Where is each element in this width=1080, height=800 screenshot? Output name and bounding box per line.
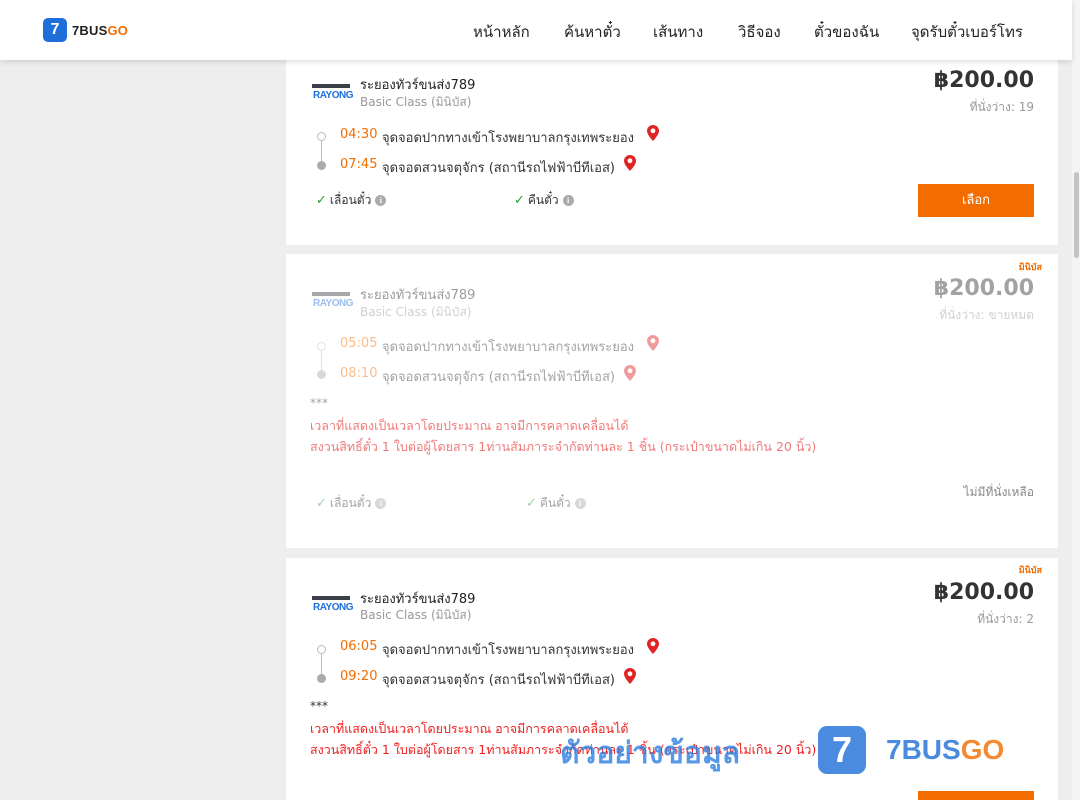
map-pin-icon[interactable] [624,668,636,684]
trip-card: มินิบัส RAYONG ระยองทัวร์ขนส่ง789 Basic … [286,254,1058,548]
notice-stars: *** [310,699,328,713]
refund-feature: ✓ คืนตั๋ว i [526,494,586,513]
departure-time: 06:05 [340,639,378,654]
bus-class: Basic Class (มินิบัส) [360,608,472,622]
page-scrollbar[interactable] [1072,0,1080,800]
bus-class: Basic Class (มินิบัส) [360,95,472,109]
notice-stars: *** [310,396,328,410]
seats-available: ที่นั่งว่าง: 2 [977,612,1034,626]
luggage-notice: สงวนสิทธิ์ตั๋ว 1 ใบต่อผู้โดยสาร 1ท่านสัม… [310,439,817,454]
trip-price: ฿200.00 [933,276,1034,301]
departure-time: 05:05 [340,336,378,351]
check-icon: ✓ [514,193,525,208]
arrival-time: 08:10 [340,366,378,381]
origin-dot-icon [317,132,326,141]
brand-badge-icon: 7 [818,726,866,774]
departure-time: 04:30 [340,127,378,142]
operator-name: ระยองทัวร์ขนส่ง789 [360,78,476,93]
operator-logo: RAYONG [312,84,353,106]
nav-pickup-points[interactable]: จุดรับตั๋วเบอร์โทร [911,20,1023,44]
check-icon: ✓ [526,496,537,511]
trip-price: ฿200.00 [933,68,1034,93]
destination-dot-icon [317,370,326,379]
map-pin-icon[interactable] [647,638,659,654]
sample-watermark: ตัวอย่างข้อมูล 7 7BUSGO [560,722,1020,778]
bus-type-tag: มินิบัส [1018,263,1042,273]
reschedule-feature: ✓ เลื่อนตั๋ว i [316,191,387,210]
watermark-brand: 7BUSGO [886,734,1005,765]
time-notice: เวลาที่แสดงเป็นเวลาโดยประมาณ อาจมีการคลา… [310,418,629,433]
check-icon: ✓ [316,496,327,511]
operator-logo: RAYONG [312,292,353,314]
main-nav: หน้าหลัก ค้นหาตั๋ว เส้นทาง วิธีจอง ตั๋วข… [0,20,1072,44]
nav-routes[interactable]: เส้นทาง [653,20,703,44]
check-icon: ✓ [316,193,327,208]
bus-type-tag: มินิบัส [1018,566,1042,576]
map-pin-icon[interactable] [624,365,636,381]
departure-stop: จุดจอดปากทางเข้าโรงพยาบาลกรุงเทพระยอง [382,643,635,658]
refund-feature: ✓ คืนตั๋ว i [514,191,574,210]
scrollbar-thumb[interactable] [1074,172,1079,258]
trip-price: ฿200.00 [933,580,1034,605]
arrival-time: 09:20 [340,669,378,684]
bus-class: Basic Class (มินิบัส) [360,305,472,319]
origin-dot-icon [317,645,326,654]
map-pin-icon[interactable] [647,335,659,351]
operator-logo: RAYONG [312,596,353,618]
select-trip-button[interactable]: เลือก [918,184,1034,217]
arrival-stop: จุดจอดสวนจตุจักร (สถานีรถไฟฟ้าบีทีเอส) [382,161,615,176]
map-pin-icon[interactable] [647,125,659,141]
nav-home[interactable]: หน้าหลัก [473,20,530,44]
info-icon[interactable]: i [375,498,387,509]
watermark-text: ตัวอย่างข้อมูล [560,736,741,771]
reschedule-feature: ✓ เลื่อนตั๋ว i [316,494,387,513]
map-pin-icon[interactable] [624,155,636,171]
nav-search-tickets[interactable]: ค้นหาตั๋ว [564,20,621,44]
departure-stop: จุดจอดปากทางเข้าโรงพยาบาลกรุงเทพระยอง [382,131,635,146]
sold-out-status: ไม่มีที่นั่งเหลือ [963,485,1034,499]
nav-my-tickets[interactable]: ตั๋วของฉัน [814,20,879,44]
seats-available: ที่นั่งว่าง: 19 [969,100,1034,114]
departure-stop: จุดจอดปากทางเข้าโรงพยาบาลกรุงเทพระยอง [382,340,635,355]
info-icon[interactable]: i [375,195,387,206]
operator-name: ระยองทัวร์ขนส่ง789 [360,288,476,303]
top-header: 7 7BUSGO หน้าหลัก ค้นหาตั๋ว เส้นทาง วิธี… [0,0,1072,60]
nav-how-to-book[interactable]: วิธีจอง [738,20,781,44]
trip-card: RAYONG ระยองทัวร์ขนส่ง789 Basic Class (ม… [286,52,1058,245]
info-icon[interactable]: i [574,498,586,509]
arrival-time: 07:45 [340,157,378,172]
arrival-stop: จุดจอดสวนจตุจักร (สถานีรถไฟฟ้าบีทีเอส) [382,673,615,688]
origin-dot-icon [317,342,326,351]
destination-dot-icon [317,674,326,683]
destination-dot-icon [317,161,326,170]
seats-available: ที่นั่งว่าง: ขายหมด [939,308,1034,322]
arrival-stop: จุดจอดสวนจตุจักร (สถานีรถไฟฟ้าบีทีเอส) [382,370,615,385]
info-icon[interactable]: i [562,195,574,206]
select-trip-button[interactable] [918,791,1034,800]
